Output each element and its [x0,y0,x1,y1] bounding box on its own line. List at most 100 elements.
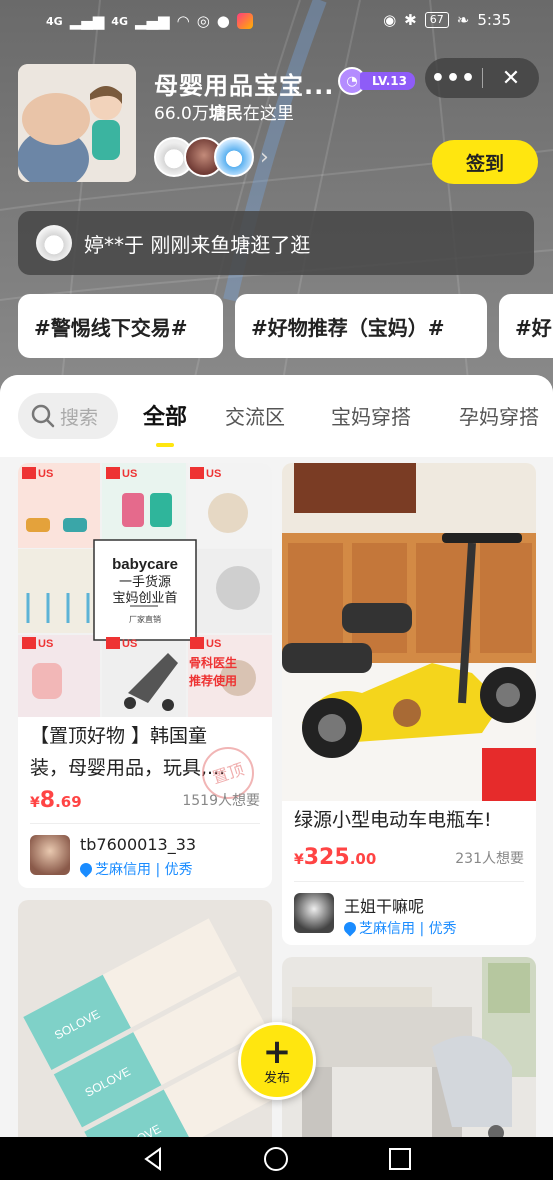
bluetooth-icon: ✱ [404,11,417,29]
member-count: 66.0万 [154,104,209,124]
back-icon[interactable] [140,1145,168,1173]
price-decimal: .00 [349,850,377,868]
plus-icon: + [262,1031,292,1072]
recommend-label: 推荐使用 [189,673,237,688]
level-badge: ◔ LV.13 [338,67,415,95]
wants-count: 231人想要 [455,851,524,867]
credit-text: 芝麻信用 | 优秀 [359,921,457,937]
brand-label: US [122,638,137,650]
group-thumbnail-image [18,64,136,182]
signal-bars-icon-2: ▂▄▆ [134,12,170,30]
product-price: ¥325.00 [294,845,376,870]
wechat-icon: ● [216,12,230,30]
member-count-line: 66.0万塘民在这里 [154,99,294,124]
search-icon [31,404,55,428]
recent-apps-icon[interactable] [386,1145,414,1173]
product-image [282,463,536,801]
group-title: 母婴用品宝宝... [154,72,335,100]
avatar [36,225,72,261]
pinned-stamp-text: 置顶 [210,759,246,787]
signal-bars-icon: ▂▄▆ [69,12,105,30]
source-label: 一手货源 [119,574,171,590]
signal-icon: 4G [46,14,63,28]
brand-label: US [38,638,53,650]
brand-label: US [122,468,137,480]
capsule-menu: ••• ✕ [425,58,539,98]
credit-text: 芝麻信用 | 优秀 [95,862,193,878]
startup-label: 宝妈创业首 [112,591,177,606]
status-left: 4G ▂▄▆ 4G ▂▄▆ ◠ ◎ ● [46,12,253,30]
leaf-icon: ❧ [456,11,470,29]
wants-count: 1519人想要 [182,793,260,809]
status-bar: 4G ▂▄▆ 4G ▂▄▆ ◠ ◎ ● ◉ ✱ 67 ❧ 5:35 [0,0,553,44]
tab-mom-outfits[interactable]: 宝妈穿搭 [331,401,411,430]
tab-active-indicator [156,443,174,447]
product-price: ¥8.69 [30,788,82,813]
tab-exchange[interactable]: 交流区 [225,401,285,430]
checkin-button[interactable]: 签到 [432,140,538,184]
search-input[interactable]: 搜索 [18,393,118,439]
close-icon[interactable]: ✕ [483,66,539,91]
doctor-label: 骨科医生 [189,655,237,670]
battery-icon: 67 [424,12,449,28]
sesame-credit-icon [341,919,359,937]
product-title: 绿源小型电动车电瓶车! [294,809,492,831]
babycare-label: babycare [112,556,178,573]
tag-chip[interactable]: #警惕线下交易# [18,294,223,358]
brand-label: US [38,468,53,480]
wifi-icon: ◠ [176,12,190,30]
price-currency: ¥ [30,795,40,811]
publish-label: 发布 [263,1070,290,1086]
price-currency: ¥ [294,852,304,868]
brand-label: US [206,468,221,480]
price-decimal: .69 [55,793,82,811]
card-divider [294,881,524,882]
seller-avatar[interactable] [30,835,70,875]
home-icon[interactable] [262,1145,290,1173]
product-card[interactable]: US US US US US US 骨科医生 推荐使用 babycare 一手货… [18,463,272,888]
product-image: US US US US US US 骨科医生 推荐使用 babycare 一手货… [18,463,272,717]
product-image: SOLOVE SOLOVE SOLOVE [18,900,272,1137]
product-image [282,957,536,1137]
credit-badge: 芝麻信用 | 优秀 [341,918,457,938]
more-dots-icon[interactable]: ••• [425,66,482,91]
notice-text: 婷**于 刚刚来鱼塘逛了逛 [84,232,311,257]
product-title-line2: 装，母婴用品，玩具,... [30,757,226,779]
topic-tags: #警惕线下交易# #好物推荐（宝妈）# #好 [18,294,553,358]
tag-chip[interactable]: #好物推荐（宝妈）# [235,294,487,358]
status-right: ◉ ✱ 67 ❧ 5:35 [383,11,511,29]
chevron-right-icon: › [260,144,269,170]
clock-time: 5:35 [477,11,511,29]
signal-icon-2: 4G [111,14,128,28]
system-nav-bar [0,1137,553,1180]
search-placeholder: 搜索 [60,406,99,429]
tab-pregnancy-outfits[interactable]: 孕妈穿搭 [459,401,539,430]
credit-badge: 芝麻信用 | 优秀 [77,859,193,879]
publish-button[interactable]: + 发布 [238,1022,316,1100]
browser-icon: ◎ [196,12,210,30]
product-card[interactable]: 绿源小型电动车电瓶车! ¥325.00 231人想要 王姐干嘛呢 芝麻信用 | … [282,463,536,945]
product-card[interactable] [282,957,536,1137]
group-thumbnail[interactable] [18,64,136,182]
member-word: 塘民 [208,104,243,124]
brand-label: US [206,638,221,650]
avatar [214,137,254,177]
member-avatars[interactable]: › [154,137,269,177]
category-tabs: 搜索 全部 交流区 宝妈穿搭 孕妈穿搭 [0,375,553,457]
visitor-notice: 婷**于 刚刚来鱼塘逛了逛 [18,211,534,275]
card-divider [30,823,260,824]
seller-name[interactable]: tb7600013_33 [80,835,196,854]
level-text: LV.13 [360,72,415,90]
product-title-line1: 【置顶好物 】韩国童 [30,725,208,747]
app-icon [236,13,253,29]
product-card[interactable]: SOLOVE SOLOVE SOLOVE [18,900,272,1137]
tab-all[interactable]: 全部 [143,399,187,431]
seller-name[interactable]: 王姐干嘛呢 [344,893,424,917]
factory-label: 厂家直销 [129,614,161,624]
price-integer: 8 [39,788,56,813]
seller-avatar[interactable] [294,893,334,933]
eye-icon: ◉ [383,11,397,29]
member-suffix: 在这里 [242,104,294,124]
tag-chip[interactable]: #好 [499,294,553,358]
sesame-credit-icon [77,860,95,878]
